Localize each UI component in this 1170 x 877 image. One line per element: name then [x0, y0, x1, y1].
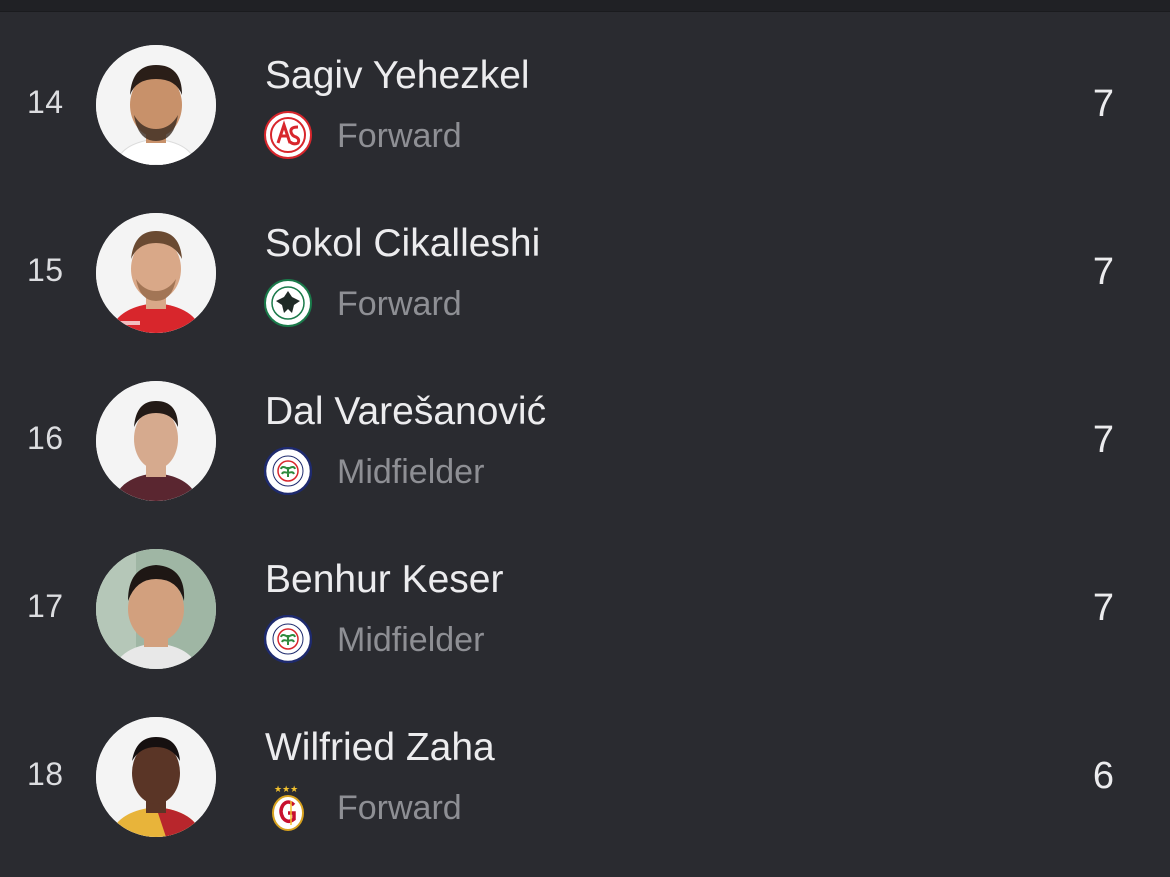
player-stat-value: 7 — [1092, 251, 1114, 293]
player-name[interactable]: Wilfried Zaha — [265, 726, 495, 770]
player-avatar — [96, 549, 216, 669]
player-stat-value: 6 — [1092, 755, 1114, 797]
rizespor-logo-icon — [264, 615, 312, 663]
player-position: Forward — [337, 117, 462, 155]
konyaspor-logo-icon — [264, 279, 312, 327]
player-rank: 18 — [27, 756, 64, 792]
player-row[interactable]: 16 Dal Varešanović Midfielder 7 — [0, 356, 1170, 524]
antalyaspor-logo-icon — [264, 111, 312, 159]
player-rank: 15 — [27, 252, 64, 288]
player-row[interactable]: 14 Sagiv Yehezkel Forward 7 — [0, 20, 1170, 188]
player-row[interactable]: 15 Sokol Cikalleshi Forward 7 — [0, 188, 1170, 356]
player-avatar — [96, 381, 216, 501]
player-stat-value: 7 — [1092, 587, 1114, 629]
player-name[interactable]: Dal Varešanović — [265, 390, 546, 434]
player-rank: 14 — [27, 84, 64, 120]
svg-text:★★★: ★★★ — [274, 785, 298, 795]
player-name[interactable]: Benhur Keser — [265, 558, 503, 602]
player-stat-value: 7 — [1092, 419, 1114, 461]
player-avatar — [96, 717, 216, 837]
player-row[interactable]: 18 Wilfried Zaha ★★★ Forward 6 — [0, 692, 1170, 860]
player-avatar — [96, 213, 216, 333]
player-position: Forward — [337, 789, 462, 827]
player-name[interactable]: Sokol Cikalleshi — [265, 222, 540, 266]
player-position: Midfielder — [337, 453, 485, 491]
player-rank: 17 — [27, 588, 64, 624]
galatasaray-logo-icon: ★★★ — [264, 783, 312, 831]
player-position: Forward — [337, 285, 462, 323]
rizespor-logo-icon — [264, 447, 312, 495]
player-rank: 16 — [27, 420, 64, 456]
header-bar — [0, 0, 1170, 12]
player-row[interactable]: 17 Benhur Keser Midfielder 7 — [0, 524, 1170, 692]
player-stat-value: 7 — [1092, 83, 1114, 125]
player-name[interactable]: Sagiv Yehezkel — [265, 54, 530, 98]
player-avatar — [96, 45, 216, 165]
player-position: Midfielder — [337, 621, 485, 659]
player-list: 14 Sagiv Yehezkel Forward 7 15 Sokol Cik… — [0, 20, 1170, 860]
